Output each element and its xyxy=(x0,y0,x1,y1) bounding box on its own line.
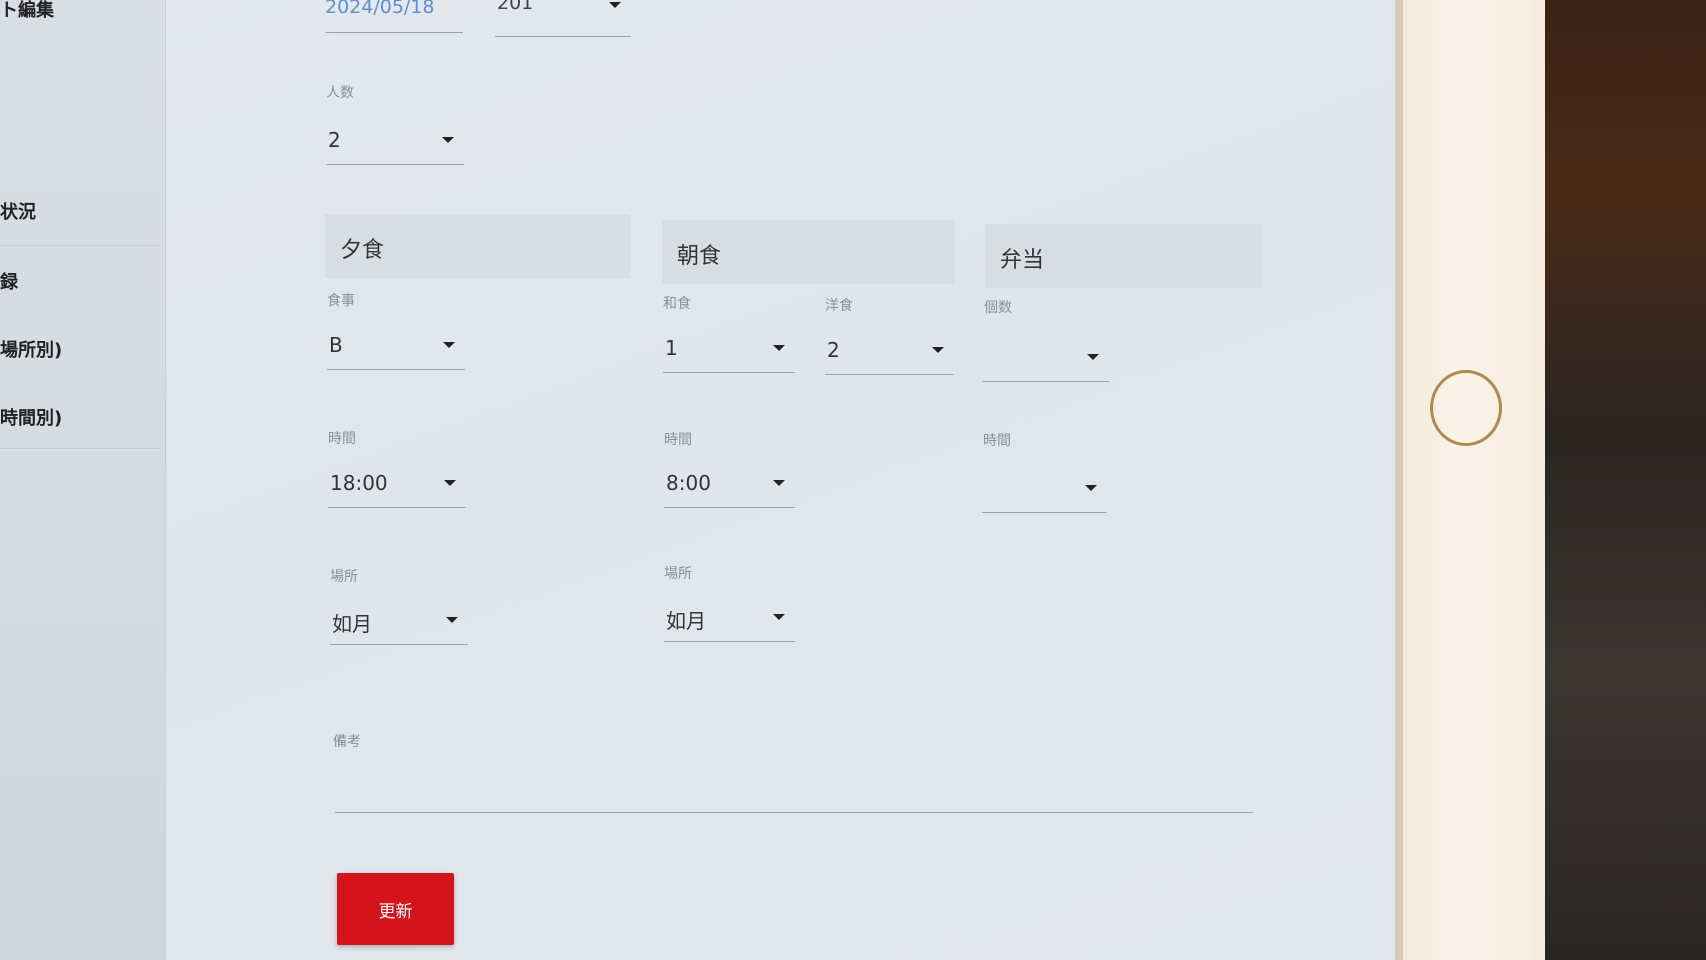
date-field[interactable]: 2024/05/18 xyxy=(325,0,463,33)
dinner-time-select[interactable]: 18:00 xyxy=(328,461,466,508)
notes-label: 備考 xyxy=(333,734,361,750)
chevron-down-icon xyxy=(773,345,785,351)
dinner-section-header: 夕食 xyxy=(325,214,630,278)
sidebar-item-by-place[interactable]: 場所別) xyxy=(0,336,62,362)
device-edge xyxy=(1395,0,1403,960)
meal-select[interactable]: B xyxy=(327,323,465,370)
sidebar-item-by-time[interactable]: 時間別) xyxy=(0,404,62,430)
guests-label: 人数 xyxy=(326,85,354,101)
chevron-down-icon xyxy=(773,614,785,620)
sidebar-item-record[interactable]: 録 xyxy=(0,268,18,294)
breakfast-time-label: 時間 xyxy=(664,432,692,448)
meal-label: 食事 xyxy=(327,293,355,309)
breakfast-place-value: 如月 xyxy=(666,609,706,633)
dinner-place-select[interactable]: 如月 xyxy=(330,598,468,645)
chevron-down-icon xyxy=(609,2,621,8)
chevron-down-icon xyxy=(444,480,456,486)
western-select[interactable]: 2 xyxy=(825,328,954,375)
update-button[interactable]: 更新 xyxy=(337,873,454,945)
japanese-label: 和食 xyxy=(663,296,691,312)
breakfast-section-header: 朝食 xyxy=(662,220,955,284)
chevron-down-icon xyxy=(932,347,944,353)
breakfast-title: 朝食 xyxy=(677,244,722,269)
chevron-down-icon xyxy=(773,480,785,486)
chevron-down-icon xyxy=(1087,354,1099,360)
breakfast-place-select[interactable]: 如月 xyxy=(664,595,795,642)
breakfast-time-select[interactable]: 8:00 xyxy=(664,461,795,508)
dinner-time-label: 時間 xyxy=(328,431,356,447)
dinner-place-value: 如月 xyxy=(332,612,372,636)
count-select[interactable] xyxy=(982,335,1109,382)
room-value: 201 xyxy=(497,0,534,14)
bento-title: 弁当 xyxy=(1000,248,1045,273)
dinner-title: 夕食 xyxy=(340,238,385,263)
meal-value: B xyxy=(329,333,343,357)
sidebar: ト編集 状況 録 場所別) 時間別) xyxy=(0,0,166,960)
chevron-down-icon xyxy=(1085,485,1097,491)
sidebar-item-edit[interactable]: ト編集 xyxy=(0,0,54,22)
sidebar-divider xyxy=(0,448,160,449)
chevron-down-icon xyxy=(446,617,458,623)
chevron-down-icon xyxy=(442,137,454,143)
device-bezel xyxy=(1395,0,1545,960)
bento-time-select[interactable] xyxy=(982,466,1107,513)
home-button-icon[interactable] xyxy=(1430,370,1502,446)
dinner-place-label: 場所 xyxy=(330,569,358,585)
chevron-down-icon xyxy=(443,342,455,348)
western-value: 2 xyxy=(827,338,840,362)
background-surface xyxy=(1545,0,1706,960)
dinner-time-value: 18:00 xyxy=(330,471,388,495)
guests-value: 2 xyxy=(328,128,341,152)
japanese-select[interactable]: 1 xyxy=(663,326,795,373)
bento-section-header: 弁当 xyxy=(985,224,1262,288)
notes-input[interactable] xyxy=(335,780,1253,813)
tablet-screen: ト編集 状況 録 場所別) 時間別) 2024/05/18 201 人数 2 夕… xyxy=(0,0,1395,960)
guests-select[interactable]: 2 xyxy=(326,118,464,165)
sidebar-divider xyxy=(0,245,160,246)
bento-time-label: 時間 xyxy=(983,433,1011,449)
western-label: 洋食 xyxy=(825,298,853,314)
sidebar-item-status[interactable]: 状況 xyxy=(0,198,36,224)
count-label: 個数 xyxy=(984,300,1012,316)
room-select[interactable]: 201 xyxy=(495,0,631,37)
breakfast-time-value: 8:00 xyxy=(666,471,711,495)
breakfast-place-label: 場所 xyxy=(664,566,692,582)
japanese-value: 1 xyxy=(665,336,678,360)
